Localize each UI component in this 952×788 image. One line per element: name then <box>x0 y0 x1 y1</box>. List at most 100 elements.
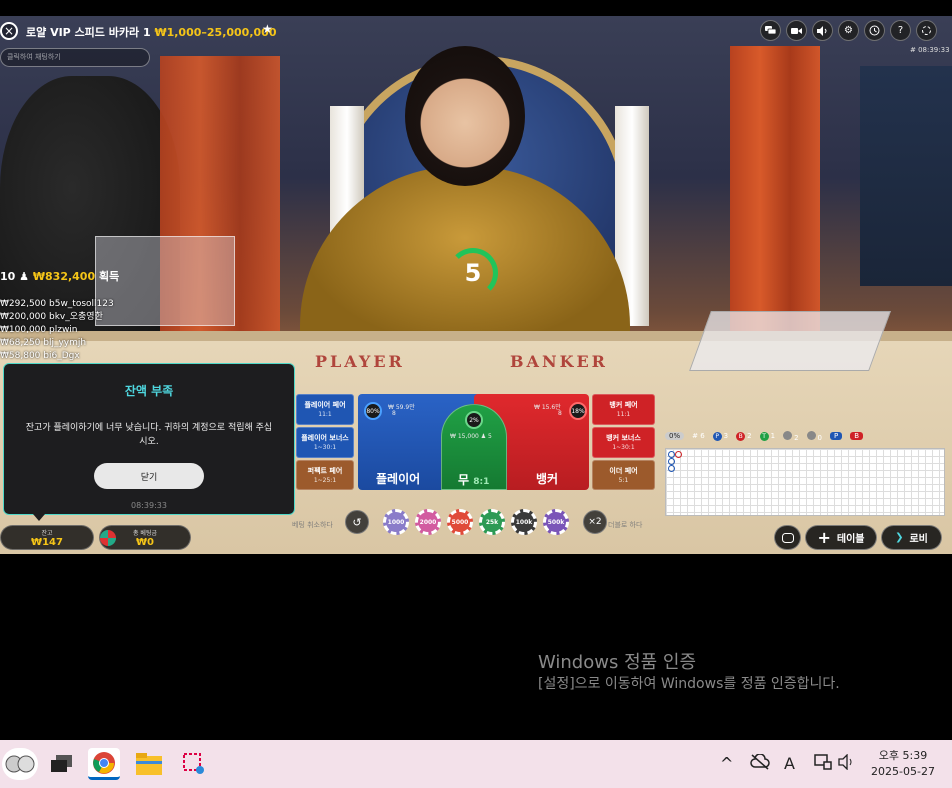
banker-bet-amount: ₩ 15.6만 <box>534 404 561 411</box>
table-player-text: PLAYER <box>315 352 405 371</box>
lobby-icon: ❯ <box>895 532 904 543</box>
video-icon[interactable] <box>786 20 807 41</box>
balance-label: 잔고 <box>41 530 53 537</box>
road-player-mark <box>668 451 675 458</box>
dialog-message: 잔고가 플레이하기에 너무 낮습니다. 귀하의 계정으로 적립해 주십시오. <box>25 423 273 447</box>
chip-stack-icon <box>100 530 116 546</box>
curtain-right <box>730 46 820 336</box>
winners-list: ₩292,500 b5w_tosoll123 ₩200,000 bkv_오충영한… <box>0 298 114 363</box>
road-banker-mark <box>675 451 682 458</box>
winners-label: 획득 <box>98 270 120 283</box>
list-item: ₩100,000 plzwin <box>0 325 78 335</box>
speaker-icon[interactable] <box>838 753 856 774</box>
dialog-time: 08:39:33 <box>131 501 167 510</box>
royal-panel <box>860 66 952 286</box>
table-name: 로얄 VIP 스피드 바카라 1 <box>26 26 151 39</box>
game-clock: # 08:39:33 <box>910 46 950 54</box>
history-icon[interactable] <box>864 20 885 41</box>
avatar-app-icon[interactable] <box>2 748 38 780</box>
add-table-label: 테이블 <box>836 534 865 545</box>
undo-button[interactable]: ↺ <box>345 510 369 534</box>
card-shoe <box>689 311 891 371</box>
chip-500k[interactable]: 500k <box>543 509 569 535</box>
bet-limit: ₩1,000–25,000,000 <box>154 26 277 39</box>
dialog-close-button[interactable]: 닫기 <box>94 463 204 489</box>
banker-percent: 18% <box>569 402 587 420</box>
cancel-bet-text: 베팅 취소하다 <box>292 521 333 529</box>
cloud-offline-icon[interactable] <box>750 753 770 774</box>
taskbar-time: 오후 5:39 <box>878 749 928 762</box>
dialog-title: 잔액 부족 <box>124 384 174 398</box>
top-toolbar: ⚙ ? <box>760 20 937 41</box>
lobby-button[interactable]: ❯ 로비 <box>881 525 942 550</box>
double-text: 더블로 하다 <box>608 521 643 529</box>
chip-2000[interactable]: 2000 <box>415 509 441 535</box>
banker-bet-count: 8 <box>558 410 562 417</box>
tie-label: 무 8:1 <box>458 473 490 487</box>
table-title: 로얄 VIP 스피드 바카라 1 ₩1,000–25,000,000 <box>26 24 276 40</box>
double-button[interactable]: ×2 <box>583 510 607 534</box>
task-view-icon[interactable] <box>46 748 78 780</box>
chip-selector: ↺ 1000 2000 5000 25k 100k 500k ×2 <box>345 509 607 535</box>
settings-icon[interactable]: ⚙ <box>838 20 859 41</box>
winners-count: 10 <box>0 270 16 283</box>
file-explorer-icon[interactable] <box>133 748 165 780</box>
taskbar-date: 2025-05-27 <box>871 765 935 778</box>
winners-amount: ₩832,400 <box>32 270 96 283</box>
tie-percent: 2% <box>465 411 483 429</box>
chip-1000[interactable]: 1000 <box>383 509 409 535</box>
banker-pair-bet[interactable]: 뱅커 페어 11:1 <box>592 394 655 425</box>
roadmap-stats: 0% # 6 P3 B2 T1 2 0 P B <box>665 428 947 444</box>
dealer-head <box>405 46 525 186</box>
plus-icon: + <box>817 528 831 547</box>
activation-watermark-title: Windows 정품 인증 <box>538 652 697 673</box>
close-button[interactable]: × <box>0 22 18 40</box>
predict-player[interactable]: P <box>830 432 843 440</box>
taskbar-clock[interactable]: 오후 5:39 2025-05-27 <box>868 748 938 780</box>
balance-display: 잔고 ₩147 <box>0 525 94 550</box>
banker-bonus-bet[interactable]: 뱅커 보너스 1~30:1 <box>592 427 655 458</box>
chat-input[interactable]: 클릭하여 채팅하기 <box>0 48 150 67</box>
perfect-pair-bet[interactable]: 퍼펙트 페어 1~25:1 <box>296 460 354 490</box>
roadmap-grid[interactable] <box>665 448 945 516</box>
countdown-timer: 5 <box>448 248 498 298</box>
list-item: ₩292,500 b5w_tosoll123 <box>0 299 114 309</box>
player-label: 플레이어 <box>376 472 421 486</box>
player-pair-bet[interactable]: 플레이어 페어 11:1 <box>296 394 354 425</box>
network-icon[interactable] <box>814 754 832 774</box>
add-table-button[interactable]: + 테이블 <box>805 525 877 550</box>
roadmap-ppair-count: 2 <box>783 430 799 442</box>
fullscreen-icon[interactable] <box>916 20 937 41</box>
help-icon[interactable]: ? <box>890 20 911 41</box>
roadmap-percent: 0% <box>665 432 685 440</box>
road-player-mark <box>668 465 675 472</box>
chip-100k[interactable]: 100k <box>511 509 537 535</box>
list-item: ₩68,250 blj_yymjh <box>0 338 87 348</box>
list-item: ₩200,000 bkv_오충영한 <box>0 312 103 322</box>
chip-25k[interactable]: 25k <box>479 509 505 535</box>
player-bonus-bet[interactable]: 플레이어 보너스 1~30:1 <box>296 427 354 458</box>
volume-icon[interactable] <box>812 20 833 41</box>
chat-bubbles-icon[interactable] <box>760 20 781 41</box>
chevron-up-icon[interactable]: ^ <box>720 754 733 773</box>
tie-bet-area[interactable]: 2% ₩ 15,000 ♟ 5 무 8:1 <box>441 404 507 490</box>
chrome-icon[interactable] <box>88 748 120 780</box>
road-player-mark <box>668 458 675 465</box>
either-pair-bet[interactable]: 이더 페어 5:1 <box>592 460 655 490</box>
tie-bet-amount: ₩ 15,000 ♟ 5 <box>450 433 492 440</box>
activation-watermark-text: [설정]으로 이동하여 Windows를 정품 인증합니다. <box>538 676 840 692</box>
table-banker-text: BANKER <box>510 352 608 371</box>
chat-icon[interactable] <box>774 525 801 550</box>
lobby-label: 로비 <box>909 534 928 545</box>
balance-value: ₩147 <box>31 537 63 548</box>
taskbar: ^ A 오후 5:39 2025-05-27 <box>0 740 952 788</box>
roadmap-player-count: P3 <box>712 431 728 441</box>
player-percent: 80% <box>364 402 382 420</box>
chip-5000[interactable]: 5000 <box>447 509 473 535</box>
insufficient-balance-dialog: 잔액 부족 잔고가 플레이하기에 너무 낮습니다. 귀하의 계정으로 적립해 주… <box>3 363 295 515</box>
star-icon[interactable]: ★ <box>262 22 273 36</box>
input-method-icon[interactable]: A <box>784 754 795 773</box>
player-bet-count: 8 <box>392 410 396 417</box>
snipping-tool-icon[interactable] <box>178 748 210 780</box>
predict-banker[interactable]: B <box>850 432 864 440</box>
